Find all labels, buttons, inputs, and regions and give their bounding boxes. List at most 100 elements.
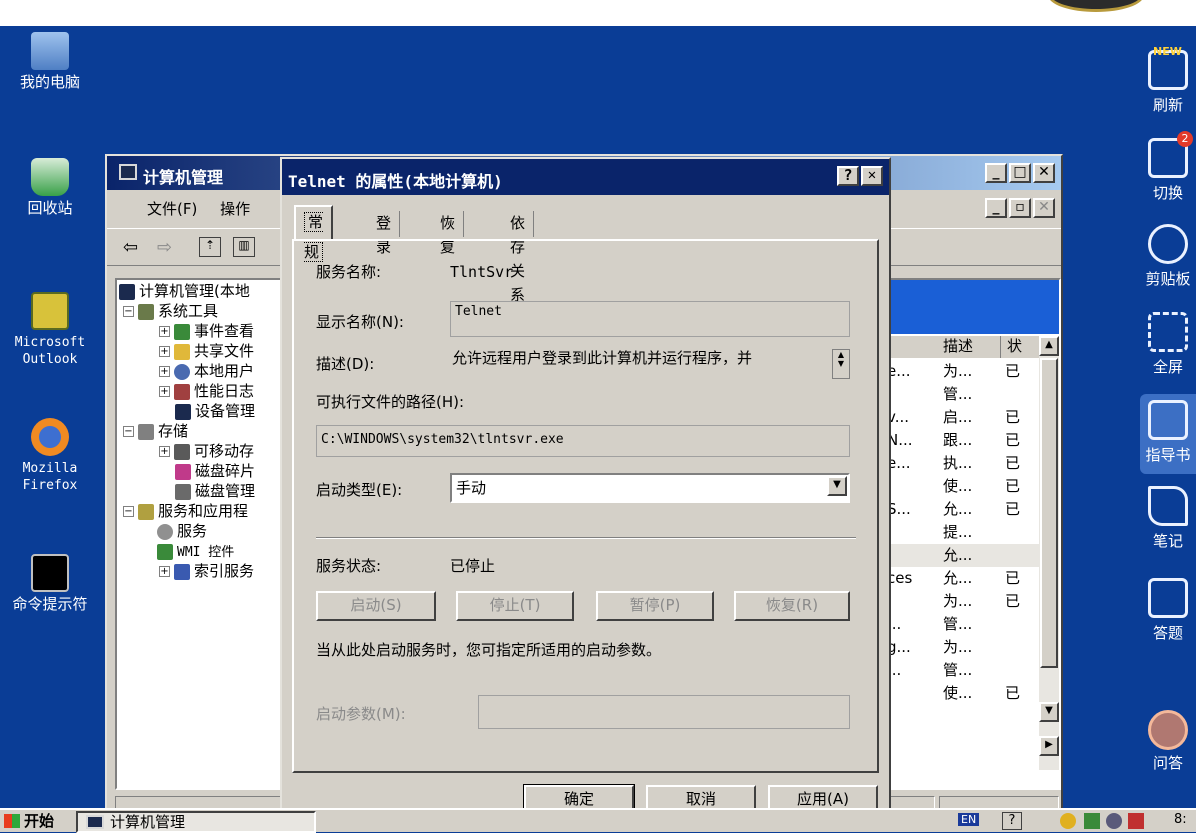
tree-item[interactable]: − 服务和应用程 xyxy=(123,502,248,521)
tree-item[interactable]: 设备管理 xyxy=(175,402,255,421)
start-button[interactable]: 启动(S) xyxy=(316,591,436,621)
table-row[interactable]: 允... xyxy=(885,544,1039,567)
scroll-up-icon[interactable]: ▲ xyxy=(1039,336,1059,356)
maximize-button[interactable]: □ xyxy=(1009,163,1031,183)
toolbar-guide[interactable]: 指导书 xyxy=(1140,394,1196,474)
menu-file[interactable]: 文件(F) xyxy=(147,200,197,218)
up-folder-icon[interactable]: ⇡ xyxy=(199,237,221,257)
resume-button[interactable]: 恢复(R) xyxy=(734,591,850,621)
desktop-icon-firefox[interactable]: Mozilla Firefox xyxy=(0,418,100,494)
child-close-button[interactable]: ✕ xyxy=(1033,198,1055,218)
table-row[interactable]: S... 允... 已 xyxy=(885,498,1039,521)
start-button[interactable]: 开始 xyxy=(0,811,68,833)
close-button[interactable]: ✕ xyxy=(861,166,883,186)
tree-item-services[interactable]: 服务 xyxy=(157,522,207,541)
outlook-icon xyxy=(31,292,69,330)
toolbar-fullscreen[interactable]: 全屏 xyxy=(1140,312,1196,377)
startup-type-select[interactable]: 手动 ▼ xyxy=(450,473,850,503)
tree-item[interactable]: + 本地用户 xyxy=(159,362,254,381)
tree-item[interactable]: − 系统工具 xyxy=(123,302,218,321)
help-button[interactable]: ? xyxy=(837,166,859,186)
dialog-titlebar[interactable]: Telnet 的属性(本地计算机) ? ✕ xyxy=(282,159,889,195)
tree-item[interactable]: 磁盘碎片 xyxy=(175,462,255,481)
close-button[interactable]: ✕ xyxy=(1033,163,1055,183)
table-row[interactable]: 使... 已 xyxy=(885,475,1039,498)
language-indicator[interactable]: EN xyxy=(958,813,980,826)
toolbar-qa[interactable]: 问答 xyxy=(1140,710,1196,773)
desktop-icon-my-computer[interactable]: 我的电脑 xyxy=(0,32,100,91)
menu-action[interactable]: 操作 xyxy=(220,200,250,218)
tree-item[interactable]: 磁盘管理 xyxy=(175,482,255,501)
table-row[interactable]: N... 跟... 已 xyxy=(885,429,1039,452)
child-restore-button[interactable]: ▫ xyxy=(1009,198,1031,218)
toolbar-answer[interactable]: 答题 xyxy=(1140,578,1196,643)
tab-logon[interactable]: 登录 xyxy=(368,211,401,256)
display-name-field[interactable]: Telnet xyxy=(450,301,850,337)
tree-item[interactable]: + 共享文件 xyxy=(159,342,254,361)
tree-item[interactable]: + 索引服务 xyxy=(159,562,254,581)
table-row[interactable]: v... 启... 已 xyxy=(885,406,1039,429)
table-row[interactable]: 为... 已 xyxy=(885,590,1039,613)
desktop-icon-recycle-bin[interactable]: 回收站 xyxy=(0,158,100,217)
expand-icon[interactable]: + xyxy=(159,346,170,357)
stop-button[interactable]: 停止(T) xyxy=(456,591,574,621)
start-params-field[interactable] xyxy=(478,695,850,729)
collapse-icon[interactable]: − xyxy=(123,426,134,437)
show-tree-icon[interactable]: ▥ xyxy=(233,237,255,257)
list-vscrollbar[interactable]: ▲ ▼ xyxy=(1039,336,1059,770)
tree-item[interactable]: WMI 控件 xyxy=(157,542,234,561)
pen-icon xyxy=(1148,486,1188,526)
tab-dependencies[interactable]: 依存关系 xyxy=(502,211,535,304)
table-row[interactable]: 管... xyxy=(885,383,1039,406)
child-minimize-button[interactable]: _ xyxy=(985,198,1007,218)
toolbar-switch[interactable]: 2 切换 xyxy=(1140,131,1196,203)
column-description[interactable]: 描述 xyxy=(937,336,1001,358)
tree-item[interactable]: + 可移动存 xyxy=(159,442,254,461)
forward-arrow-icon[interactable]: ⇨ xyxy=(157,237,172,258)
tab-recovery[interactable]: 恢复 xyxy=(432,211,465,256)
collapse-icon[interactable]: − xyxy=(123,506,134,517)
scroll-right-icon[interactable]: ▶ xyxy=(1039,736,1059,756)
collapse-icon[interactable]: − xyxy=(123,306,134,317)
desktop-icon-outlook[interactable]: Microsoft Outlook xyxy=(0,292,100,368)
table-row[interactable]: ... 管... xyxy=(885,613,1039,636)
pause-button[interactable]: 暂停(P) xyxy=(596,591,714,621)
tree-item[interactable]: 计算机管理(本地 xyxy=(119,282,250,301)
tree-item[interactable]: + 性能日志 xyxy=(159,382,254,401)
network-icon[interactable] xyxy=(1084,813,1100,829)
scroll-down-icon[interactable]: ▼ xyxy=(1039,702,1059,722)
back-arrow-icon[interactable]: ⇦ xyxy=(123,237,138,258)
table-row[interactable]: g... 为... xyxy=(885,636,1039,659)
minimize-button[interactable]: _ xyxy=(985,163,1007,183)
antivirus-icon[interactable] xyxy=(1128,813,1144,829)
expand-icon[interactable]: + xyxy=(159,326,170,337)
column-status[interactable]: 状 xyxy=(1001,336,1041,358)
toolbar-notes[interactable]: 笔记 xyxy=(1140,486,1196,551)
answer-icon xyxy=(1148,578,1188,618)
security-shield-icon[interactable] xyxy=(1060,813,1076,829)
toolbar-refresh[interactable]: NEW 刷新 xyxy=(1140,45,1196,115)
table-row[interactable]: 使... 已 xyxy=(885,682,1039,705)
toolbar-clipboard[interactable]: 剪贴板 xyxy=(1140,224,1196,289)
table-row[interactable]: ... 管... xyxy=(885,659,1039,682)
table-row[interactable]: ces 允... 已 xyxy=(885,567,1039,590)
tree-item[interactable]: + 事件查看 xyxy=(159,322,254,341)
path-field[interactable]: C:\WINDOWS\system32\tlntsvr.exe xyxy=(316,425,850,457)
scroll-thumb[interactable] xyxy=(1040,358,1058,668)
tree-item[interactable]: − 存储 xyxy=(123,422,188,441)
help-icon[interactable]: ? xyxy=(1002,812,1022,830)
expand-icon[interactable]: + xyxy=(159,446,170,457)
expand-icon[interactable]: + xyxy=(159,386,170,397)
volume-icon[interactable] xyxy=(1106,813,1122,829)
table-row[interactable]: 提... xyxy=(885,521,1039,544)
taskbar-item-computer-management[interactable]: 计算机管理 xyxy=(76,811,316,833)
description-spinner[interactable]: ▲ ▼ xyxy=(832,349,850,379)
description-field[interactable]: 允许远程用户登录到此计算机并运行程序，并 xyxy=(452,347,752,368)
table-row[interactable]: e... 执... 已 xyxy=(885,452,1039,475)
expand-icon[interactable]: + xyxy=(159,566,170,577)
tab-general[interactable]: 常规 xyxy=(294,205,334,262)
expand-icon[interactable]: + xyxy=(159,366,170,377)
chevron-down-icon[interactable]: ▼ xyxy=(827,476,847,496)
table-row[interactable]: e... 为... 已 xyxy=(885,360,1039,383)
desktop-icon-cmd[interactable]: 命令提示符 xyxy=(0,554,100,613)
